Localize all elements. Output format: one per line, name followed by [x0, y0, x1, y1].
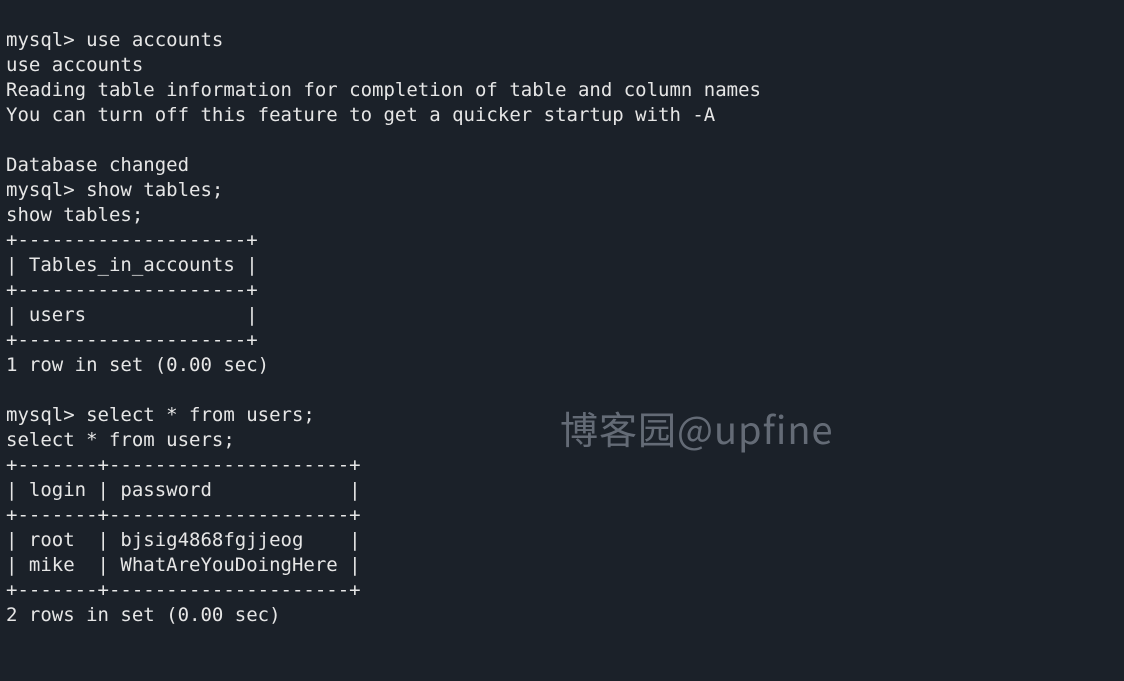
users-border-top: +-------+---------------------+ [6, 454, 361, 476]
turnoff-hint: You can turn off this feature to get a q… [6, 104, 715, 126]
mysql-prompt: mysql> [6, 179, 75, 201]
users-footer: 2 rows in set (0.00 sec) [6, 604, 281, 626]
tables-border-top: +--------------------+ [6, 229, 258, 251]
cmd-select-users: select * from users; [86, 404, 315, 426]
mysql-prompt: mysql> [6, 404, 75, 426]
terminal-output[interactable]: mysql> use accounts use accounts Reading… [0, 0, 1124, 631]
users-row-mike: | mike | WhatAreYouDoingHere | [6, 554, 361, 576]
database-changed: Database changed [6, 154, 189, 176]
tables-header: | Tables_in_accounts | [6, 254, 258, 276]
users-header: | login | password | [6, 479, 361, 501]
reading-table-info: Reading table information for completion… [6, 79, 761, 101]
echo-show-tables: show tables; [6, 204, 143, 226]
blank-line [6, 129, 17, 151]
echo-select-users: select * from users; [6, 429, 235, 451]
tables-border-bot: +--------------------+ [6, 329, 258, 351]
cmd-use-accounts: use accounts [86, 29, 223, 51]
users-border-mid: +-------+---------------------+ [6, 504, 361, 526]
tables-row-users: | users | [6, 304, 258, 326]
users-border-bot: +-------+---------------------+ [6, 579, 361, 601]
tables-footer: 1 row in set (0.00 sec) [6, 354, 269, 376]
users-row-root: | root | bjsig4868fgjjeog | [6, 529, 361, 551]
blank-line [6, 379, 17, 401]
mysql-prompt: mysql> [6, 29, 75, 51]
echo-use-accounts: use accounts [6, 54, 143, 76]
tables-border-mid: +--------------------+ [6, 279, 258, 301]
cmd-show-tables: show tables; [86, 179, 223, 201]
